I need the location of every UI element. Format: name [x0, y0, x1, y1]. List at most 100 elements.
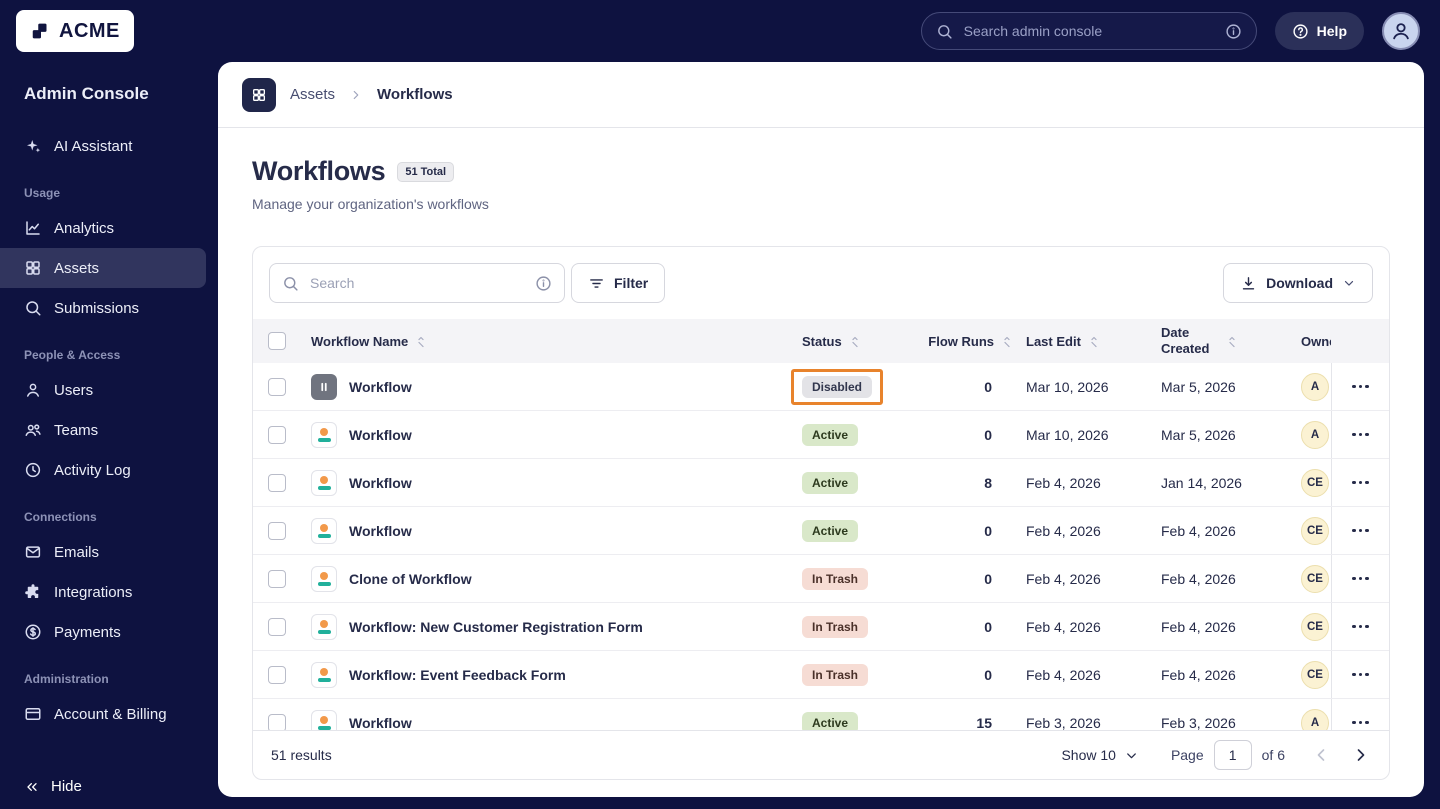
sidebar-item-emails[interactable]: Emails — [0, 532, 218, 572]
download-button[interactable]: Download — [1223, 263, 1373, 303]
flow-runs-value: 0 — [984, 522, 992, 539]
column-header-flow-runs[interactable]: Flow Runs — [921, 334, 1026, 349]
help-button[interactable]: Help — [1274, 12, 1364, 50]
row-checkbox[interactable] — [268, 521, 286, 540]
select-all-checkbox[interactable] — [268, 332, 286, 350]
workflow-name[interactable]: Workflow: Event Feedback Form — [349, 667, 566, 683]
row-actions-button[interactable] — [1348, 617, 1373, 637]
sidebar-item-account-billing[interactable]: Account & Billing — [0, 694, 218, 734]
workflow-name[interactable]: Clone of Workflow — [349, 571, 472, 587]
flow-runs-value: 0 — [984, 570, 992, 587]
admin-search[interactable] — [920, 12, 1257, 50]
column-header-owner[interactable]: Owner — [1289, 334, 1331, 349]
owner-avatar: A — [1301, 708, 1329, 730]
table-row[interactable]: Workflow Active 0 Feb 4, 2026 Feb 4, 202… — [253, 507, 1389, 555]
table-row[interactable]: Workflow: New Customer Registration Form… — [253, 603, 1389, 651]
sidebar-item-integrations[interactable]: Integrations — [0, 572, 218, 612]
row-actions-button[interactable] — [1348, 569, 1373, 589]
previous-page-button[interactable] — [1311, 745, 1331, 765]
row-checkbox[interactable] — [268, 617, 286, 636]
sidebar-item-activity-log[interactable]: Activity Log — [0, 450, 218, 490]
table-search[interactable] — [269, 263, 565, 303]
row-actions-button[interactable] — [1348, 377, 1373, 397]
status-badge-wrap: Active — [791, 513, 869, 549]
grid-icon — [251, 87, 267, 103]
sidebar-section-label: People & Access — [24, 348, 121, 362]
column-header-workflow-name[interactable]: Workflow Name — [301, 334, 791, 349]
page-number-input[interactable] — [1213, 740, 1252, 770]
table-footer: 51 results Show 10 Page of 6 — [253, 730, 1389, 779]
table-row[interactable]: Workflow Active 15 Feb 3, 2026 Feb 3, 20… — [253, 699, 1389, 730]
row-checkbox[interactable] — [268, 377, 286, 396]
breadcrumb-current: Workflows — [377, 86, 453, 103]
filter-button[interactable]: Filter — [571, 263, 666, 303]
table-row[interactable]: Clone of Workflow In Trash 0 Feb 4, 2026… — [253, 555, 1389, 603]
column-header-status[interactable]: Status — [791, 334, 921, 349]
row-checkbox[interactable] — [268, 665, 286, 684]
status-badge-wrap: Active — [791, 465, 869, 501]
last-edit-value: Mar 10, 2026 — [1026, 378, 1109, 395]
column-header-last-edit[interactable]: Last Edit — [1026, 334, 1161, 349]
table-row[interactable]: Workflow: Event Feedback Form In Trash 0… — [253, 651, 1389, 699]
sort-icon[interactable] — [414, 334, 428, 348]
sidebar-item-analytics[interactable]: Analytics — [0, 208, 218, 248]
row-actions-button[interactable] — [1348, 713, 1373, 730]
row-checkbox[interactable] — [268, 713, 286, 730]
sort-icon[interactable] — [1087, 334, 1101, 348]
row-actions-button[interactable] — [1348, 521, 1373, 541]
owner-avatar: CE — [1301, 468, 1329, 497]
info-icon[interactable] — [1225, 23, 1242, 40]
last-edit-value: Feb 3, 2026 — [1026, 714, 1101, 731]
workflow-form-icon — [311, 709, 337, 730]
table-header: Workflow Name Status Flow Runs Last Edit… — [253, 319, 1389, 363]
search-icon — [282, 275, 299, 292]
sidebar-section: Connections Emails Integrations Payments — [0, 490, 218, 652]
sort-icon[interactable] — [1225, 334, 1239, 348]
workflow-name[interactable]: Workflow — [349, 715, 412, 731]
workflow-name[interactable]: Workflow — [349, 427, 412, 443]
sidebar-item-ai-assistant[interactable]: AI Assistant — [0, 126, 218, 166]
hide-sidebar-button[interactable]: Hide — [24, 778, 82, 795]
status-badge-wrap: Active — [791, 417, 869, 453]
sidebar-item-assets[interactable]: Assets — [0, 248, 206, 288]
download-icon — [1240, 275, 1257, 292]
table-row[interactable]: Workflow Active 0 Mar 10, 2026 Mar 5, 20… — [253, 411, 1389, 459]
page-subtitle: Manage your organization's workflows — [252, 196, 489, 212]
breadcrumb: Assets Workflows — [218, 62, 1424, 128]
rows-per-page-select[interactable]: Show 10 — [1055, 746, 1144, 764]
sort-icon[interactable] — [848, 334, 862, 348]
sidebar-item-teams[interactable]: Teams — [0, 410, 218, 450]
next-page-button[interactable] — [1351, 745, 1371, 765]
workflow-form-icon — [311, 613, 337, 640]
table-row[interactable]: Workflow Disabled 0 Mar 10, 2026 Mar 5, … — [253, 363, 1389, 411]
submissions-icon — [24, 299, 42, 317]
annotation-highlight: Disabled — [791, 368, 884, 405]
last-edit-value: Feb 4, 2026 — [1026, 522, 1101, 539]
admin-search-input[interactable] — [961, 22, 1216, 40]
table-row[interactable]: Workflow Active 8 Feb 4, 2026 Jan 14, 20… — [253, 459, 1389, 507]
sidebar-item-payments[interactable]: Payments — [0, 612, 218, 652]
billing-icon — [24, 705, 42, 723]
workflow-name[interactable]: Workflow: New Customer Registration Form — [349, 619, 643, 635]
workflow-name[interactable]: Workflow — [349, 475, 412, 491]
workflow-name[interactable]: Workflow — [349, 523, 412, 539]
row-checkbox[interactable] — [268, 473, 286, 492]
row-actions-button[interactable] — [1348, 425, 1373, 445]
sidebar-item-users[interactable]: Users — [0, 370, 218, 410]
row-actions-button[interactable] — [1348, 665, 1373, 685]
date-created-value: Feb 4, 2026 — [1161, 666, 1236, 683]
owner-avatar: A — [1301, 420, 1329, 449]
sidebar-item-submissions[interactable]: Submissions — [0, 288, 218, 328]
row-checkbox[interactable] — [268, 569, 286, 588]
acme-logo[interactable]: ACME — [16, 10, 134, 52]
row-checkbox[interactable] — [268, 425, 286, 444]
column-header-date-created[interactable]: Date Created — [1161, 325, 1289, 356]
sidebar-section-label: Usage — [24, 186, 61, 200]
breadcrumb-assets-link[interactable]: Assets — [290, 86, 335, 103]
row-actions-button[interactable] — [1348, 473, 1373, 493]
user-avatar[interactable] — [1382, 12, 1420, 50]
sort-icon[interactable] — [1000, 334, 1014, 348]
workflow-name[interactable]: Workflow — [349, 379, 412, 395]
info-icon[interactable] — [535, 275, 552, 292]
table-search-input[interactable] — [308, 274, 526, 292]
